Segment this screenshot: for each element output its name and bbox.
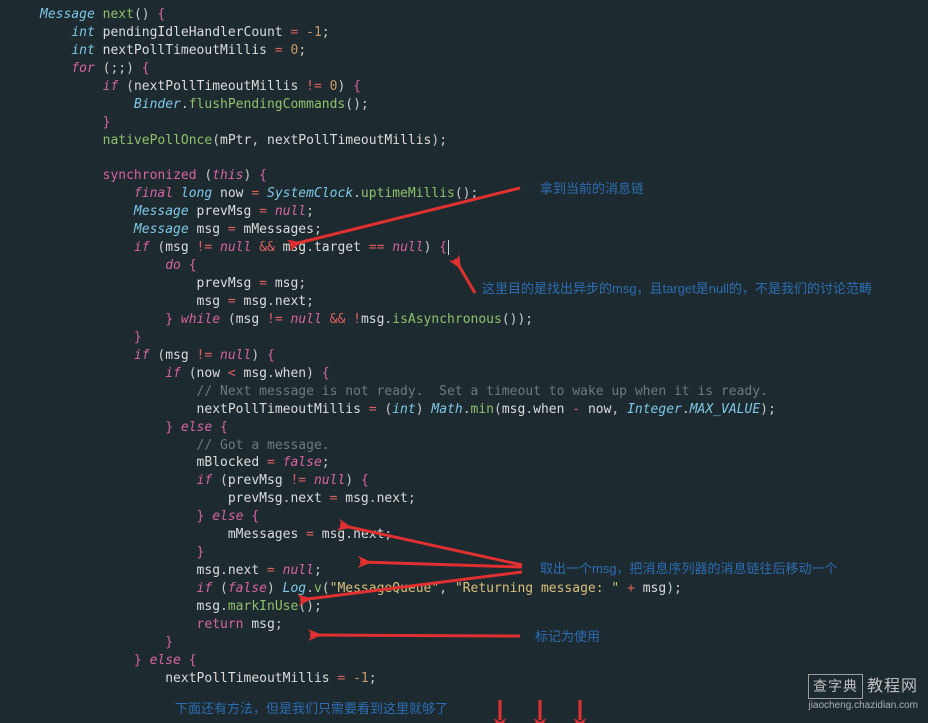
method-name: next	[103, 7, 134, 22]
code-block: Message next() { int pendingIdleHandlerC…	[0, 6, 928, 688]
watermark-suffix: 教程网	[867, 678, 918, 695]
watermark-url: jiaocheng.chazidian.com	[808, 699, 918, 713]
watermark-brand: 查字典	[808, 674, 863, 699]
watermark: 查字典教程网 jiaocheng.chazidian.com	[808, 674, 918, 713]
annotation-5: 下面还有方法，但是我们只需要看到这里就够了	[175, 700, 448, 718]
return-type: Message	[40, 7, 95, 22]
code-editor: Message next() { int pendingIdleHandlerC…	[0, 0, 928, 723]
